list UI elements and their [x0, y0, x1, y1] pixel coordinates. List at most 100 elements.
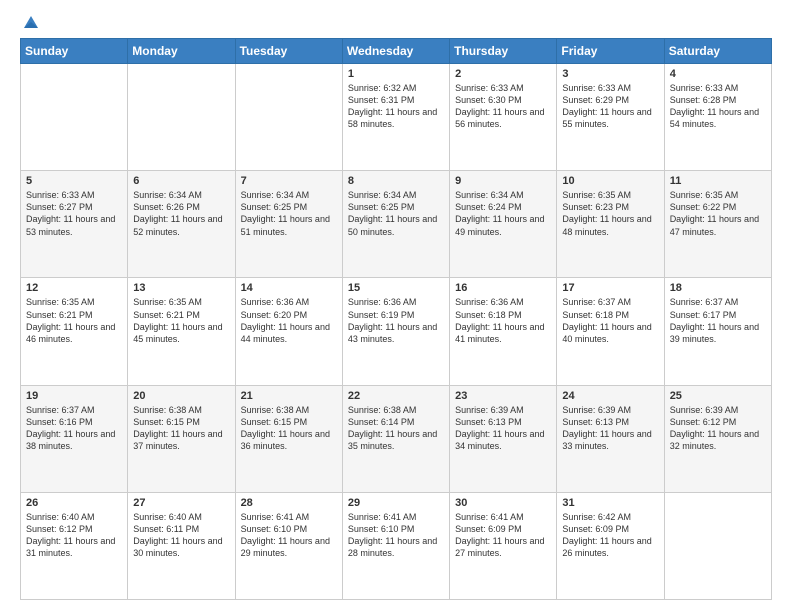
- calendar-cell: 18Sunrise: 6:37 AMSunset: 6:17 PMDayligh…: [664, 278, 771, 385]
- day-number: 11: [670, 175, 766, 187]
- day-number: 17: [562, 282, 658, 294]
- weekday-header-sunday: Sunday: [21, 39, 128, 64]
- day-number: 26: [26, 497, 122, 509]
- day-number: 22: [348, 390, 444, 402]
- calendar-cell: [235, 64, 342, 171]
- day-number: 28: [241, 497, 337, 509]
- calendar-cell: 13 Sunrise: 6:35 AMSunset: 6:21 PMDayligh…: [128, 278, 235, 385]
- day-info: Sunrise: 6:32 AMSunset: 6:31 PMDaylight:…: [348, 82, 444, 131]
- day-number: 2: [455, 68, 551, 80]
- weekday-header-wednesday: Wednesday: [342, 39, 449, 64]
- day-number: 14: [241, 282, 337, 294]
- calendar-cell: 24 Sunrise: 6:39 AMSunset: 6:13 PMDayligh…: [557, 385, 664, 492]
- day-number: 8: [348, 175, 444, 187]
- day-info: Sunrise: 6:38 AMSunset: 6:15 PMDaylight:…: [241, 404, 337, 453]
- calendar-cell: 19 Sunrise: 6:37 AMSunset: 6:16 PMDayligh…: [21, 385, 128, 492]
- calendar-cell: 30Sunrise: 6:41 AMSunset: 6:09 PMDayligh…: [450, 492, 557, 599]
- calendar-cell: [21, 64, 128, 171]
- calendar-cell: 20 Sunrise: 6:38 AMSunset: 6:15 PMDayligh…: [128, 385, 235, 492]
- calendar-cell: 29 Sunrise: 6:41 AMSunset: 6:10 PMDayligh…: [342, 492, 449, 599]
- calendar-cell: 17 Sunrise: 6:37 AMSunset: 6:18 PMDayligh…: [557, 278, 664, 385]
- day-number: 1: [348, 68, 444, 80]
- calendar-cell: 27Sunrise: 6:40 AMSunset: 6:11 PMDayligh…: [128, 492, 235, 599]
- calendar-week-4: 19 Sunrise: 6:37 AMSunset: 6:16 PMDayligh…: [21, 385, 772, 492]
- calendar-cell: 15 Sunrise: 6:36 AMSunset: 6:19 PMDayligh…: [342, 278, 449, 385]
- day-number: 15: [348, 282, 444, 294]
- calendar-week-1: 1 Sunrise: 6:32 AMSunset: 6:31 PMDaylight…: [21, 64, 772, 171]
- day-info: Sunrise: 6:41 AMSunset: 6:10 PMDaylight:…: [348, 511, 444, 560]
- weekday-header-tuesday: Tuesday: [235, 39, 342, 64]
- day-info: Sunrise: 6:42 AMSunset: 6:09 PMDaylight:…: [562, 511, 658, 560]
- page: SundayMondayTuesdayWednesdayThursdayFrid…: [0, 0, 792, 612]
- day-number: 9: [455, 175, 551, 187]
- day-info: Sunrise: 6:33 AMSunset: 6:30 PMDaylight:…: [455, 82, 551, 131]
- day-number: 25: [670, 390, 766, 402]
- day-number: 6: [133, 175, 229, 187]
- day-info: Sunrise: 6:35 AMSunset: 6:21 PMDaylight:…: [133, 296, 229, 345]
- day-info: Sunrise: 6:35 AMSunset: 6:22 PMDaylight:…: [670, 189, 766, 238]
- calendar-cell: 10 Sunrise: 6:35 AMSunset: 6:23 PMDayligh…: [557, 171, 664, 278]
- day-info: Sunrise: 6:34 AMSunset: 6:24 PMDaylight:…: [455, 189, 551, 238]
- calendar-cell: 7 Sunrise: 6:34 AMSunset: 6:25 PMDaylight…: [235, 171, 342, 278]
- day-info: Sunrise: 6:39 AMSunset: 6:13 PMDaylight:…: [455, 404, 551, 453]
- day-info: Sunrise: 6:37 AMSunset: 6:18 PMDaylight:…: [562, 296, 658, 345]
- calendar-cell: 22 Sunrise: 6:38 AMSunset: 6:14 PMDayligh…: [342, 385, 449, 492]
- day-number: 27: [133, 497, 229, 509]
- calendar-cell: [128, 64, 235, 171]
- calendar-week-5: 26 Sunrise: 6:40 AMSunset: 6:12 PMDayligh…: [21, 492, 772, 599]
- header: [20, 16, 772, 32]
- calendar-cell: 28 Sunrise: 6:41 AMSunset: 6:10 PMDayligh…: [235, 492, 342, 599]
- day-info: Sunrise: 6:34 AMSunset: 6:25 PMDaylight:…: [348, 189, 444, 238]
- day-number: 10: [562, 175, 658, 187]
- day-number: 29: [348, 497, 444, 509]
- calendar-cell: 1 Sunrise: 6:32 AMSunset: 6:31 PMDaylight…: [342, 64, 449, 171]
- day-number: 7: [241, 175, 337, 187]
- day-info: Sunrise: 6:41 AMSunset: 6:10 PMDaylight:…: [241, 511, 337, 560]
- calendar-cell: 4 Sunrise: 6:33 AMSunset: 6:28 PMDaylight…: [664, 64, 771, 171]
- day-info: Sunrise: 6:38 AMSunset: 6:15 PMDaylight:…: [133, 404, 229, 453]
- day-info: Sunrise: 6:38 AMSunset: 6:14 PMDaylight:…: [348, 404, 444, 453]
- weekday-header-saturday: Saturday: [664, 39, 771, 64]
- day-number: 16: [455, 282, 551, 294]
- day-info: Sunrise: 6:35 AMSunset: 6:23 PMDaylight:…: [562, 189, 658, 238]
- day-info: Sunrise: 6:36 AMSunset: 6:18 PMDaylight:…: [455, 296, 551, 345]
- day-number: 31: [562, 497, 658, 509]
- day-info: Sunrise: 6:39 AMSunset: 6:13 PMDaylight:…: [562, 404, 658, 453]
- weekday-header-friday: Friday: [557, 39, 664, 64]
- weekday-header-thursday: Thursday: [450, 39, 557, 64]
- day-info: Sunrise: 6:35 AMSunset: 6:21 PMDaylight:…: [26, 296, 122, 345]
- calendar-cell: 2 Sunrise: 6:33 AMSunset: 6:30 PMDaylight…: [450, 64, 557, 171]
- calendar-cell: 12 Sunrise: 6:35 AMSunset: 6:21 PMDayligh…: [21, 278, 128, 385]
- calendar-cell: 25Sunrise: 6:39 AMSunset: 6:12 PMDayligh…: [664, 385, 771, 492]
- day-info: Sunrise: 6:41 AMSunset: 6:09 PMDaylight:…: [455, 511, 551, 560]
- day-info: Sunrise: 6:34 AMSunset: 6:25 PMDaylight:…: [241, 189, 337, 238]
- day-info: Sunrise: 6:33 AMSunset: 6:27 PMDaylight:…: [26, 189, 122, 238]
- calendar-cell: [664, 492, 771, 599]
- logo: [20, 16, 40, 32]
- day-number: 13: [133, 282, 229, 294]
- calendar-week-3: 12 Sunrise: 6:35 AMSunset: 6:21 PMDayligh…: [21, 278, 772, 385]
- calendar-cell: 26 Sunrise: 6:40 AMSunset: 6:12 PMDayligh…: [21, 492, 128, 599]
- day-info: Sunrise: 6:40 AMSunset: 6:12 PMDaylight:…: [26, 511, 122, 560]
- calendar-cell: 5Sunrise: 6:33 AMSunset: 6:27 PMDaylight…: [21, 171, 128, 278]
- day-info: Sunrise: 6:33 AMSunset: 6:28 PMDaylight:…: [670, 82, 766, 131]
- day-number: 23: [455, 390, 551, 402]
- day-info: Sunrise: 6:36 AMSunset: 6:19 PMDaylight:…: [348, 296, 444, 345]
- day-number: 12: [26, 282, 122, 294]
- day-number: 19: [26, 390, 122, 402]
- day-number: 20: [133, 390, 229, 402]
- day-number: 4: [670, 68, 766, 80]
- calendar-table: SundayMondayTuesdayWednesdayThursdayFrid…: [20, 38, 772, 600]
- day-info: Sunrise: 6:36 AMSunset: 6:20 PMDaylight:…: [241, 296, 337, 345]
- calendar-cell: 11 Sunrise: 6:35 AMSunset: 6:22 PMDayligh…: [664, 171, 771, 278]
- day-info: Sunrise: 6:37 AMSunset: 6:17 PMDaylight:…: [670, 296, 766, 345]
- calendar-cell: 9 Sunrise: 6:34 AMSunset: 6:24 PMDaylight…: [450, 171, 557, 278]
- day-info: Sunrise: 6:34 AMSunset: 6:26 PMDaylight:…: [133, 189, 229, 238]
- calendar-cell: 23 Sunrise: 6:39 AMSunset: 6:13 PMDayligh…: [450, 385, 557, 492]
- day-number: 3: [562, 68, 658, 80]
- weekday-header-row: SundayMondayTuesdayWednesdayThursdayFrid…: [21, 39, 772, 64]
- logo-icon: [22, 14, 40, 32]
- day-number: 24: [562, 390, 658, 402]
- day-info: Sunrise: 6:37 AMSunset: 6:16 PMDaylight:…: [26, 404, 122, 453]
- calendar-cell: 6 Sunrise: 6:34 AMSunset: 6:26 PMDaylight…: [128, 171, 235, 278]
